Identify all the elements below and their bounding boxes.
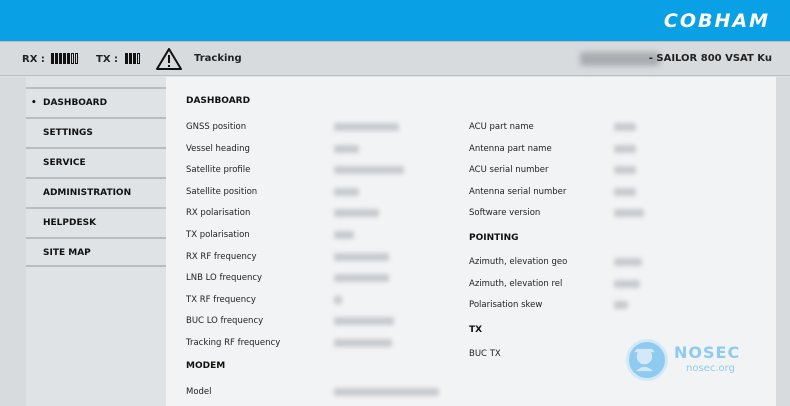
redacted-value	[614, 301, 628, 310]
nav-item-service[interactable]: SERVICE	[26, 147, 166, 177]
redacted-value	[334, 123, 399, 131]
field-label: Azimuth, elevation rel	[469, 278, 563, 289]
field-label: GNSS position	[186, 122, 247, 132]
pointing-section-title: POINTING	[469, 233, 519, 243]
tx-section-title: TX	[469, 325, 483, 335]
right-margin	[776, 77, 790, 406]
nav-item-dashboard[interactable]: • DASHBOARD	[26, 87, 166, 117]
signal-bar	[71, 53, 75, 64]
redacted-value	[334, 144, 359, 153]
field-label: BUC TX	[469, 349, 501, 359]
nav-item-label: SERVICE	[43, 158, 86, 168]
top-banner: COBHAM	[0, 0, 790, 41]
watermark-title: NOSEC	[674, 343, 741, 362]
tracking-status: Tracking	[194, 53, 242, 64]
field-label: ACU serial number	[469, 165, 549, 176]
tx-indicator: TX :	[96, 53, 141, 65]
nav-item-helpdesk[interactable]: HELPDESK	[26, 207, 166, 237]
field-label: RX polarisation	[186, 208, 251, 219]
signal-bar	[63, 53, 67, 64]
redacted-value	[334, 209, 379, 218]
warning-triangle-icon	[156, 48, 182, 70]
redacted-value	[334, 317, 394, 326]
redacted-value	[334, 252, 389, 261]
redacted-value	[614, 258, 642, 266]
redacted-value	[334, 274, 389, 283]
nav-item-label: HELPDESK	[43, 218, 97, 228]
signal-bar	[51, 53, 55, 64]
field-label: TX RF frequency	[186, 294, 256, 305]
field-label: ACU part name	[469, 122, 534, 132]
nav-item-label: DASHBOARD	[43, 98, 108, 108]
nosec-watermark: NOSEC nosec.org	[626, 337, 746, 383]
redacted-value	[334, 388, 439, 396]
field-label: LNB LO frequency	[186, 273, 263, 284]
redacted-value	[334, 295, 342, 304]
field-label: Tracking RF frequency	[186, 338, 281, 348]
field-label: Software version	[469, 208, 541, 219]
redacted-value	[334, 187, 359, 196]
redacted-value	[614, 144, 636, 153]
signal-bar	[75, 53, 79, 64]
dashboard-title: DASHBOARD	[186, 96, 251, 106]
nosec-logo-icon	[626, 339, 668, 381]
signal-bar	[136, 53, 140, 64]
redacted-value	[334, 339, 392, 347]
watermark-subtitle: nosec.org	[686, 363, 735, 374]
nav-item-administration[interactable]: ADMINISTRATION	[26, 177, 166, 207]
signal-bar	[59, 53, 63, 64]
signal-bar	[132, 53, 136, 64]
field-label: Polarisation skew	[469, 300, 543, 311]
main-nav: • DASHBOARD SETTINGS SERVICE ADMINISTRATION H…	[26, 87, 166, 267]
field-label: RX RF frequency	[186, 251, 257, 262]
cobham-logo: COBHAM	[663, 10, 770, 32]
nav-item-site-map[interactable]: SITE MAP	[26, 237, 166, 267]
nav-item-settings[interactable]: SETTINGS	[26, 117, 166, 147]
tx-signal-bars	[124, 53, 141, 65]
field-label: Azimuth, elevation geo	[469, 257, 568, 267]
redacted-value	[334, 166, 404, 175]
modem-section-title: MODEM	[186, 361, 226, 371]
nav-item-label: SITE MAP	[43, 248, 91, 258]
nav-item-label: SETTINGS	[43, 128, 93, 138]
rx-signal-bars	[51, 53, 79, 65]
active-bullet: •	[31, 98, 37, 108]
signal-bar	[124, 53, 128, 64]
redacted-value	[614, 209, 644, 218]
redacted-value	[614, 279, 640, 288]
field-label: Model	[186, 387, 212, 397]
field-label: Satellite profile	[186, 165, 251, 176]
left-margin	[0, 77, 26, 406]
signal-bar	[67, 53, 71, 64]
field-label: Vessel heading	[186, 143, 250, 154]
rx-indicator: RX :	[22, 53, 79, 65]
field-label: Antenna part name	[469, 143, 552, 154]
status-bar: RX : TX : Tracking - SAILOR 800 VSAT Ku	[0, 41, 790, 76]
field-label: TX polarisation	[186, 230, 250, 240]
signal-bar	[55, 53, 59, 64]
rx-label: RX :	[22, 53, 45, 65]
redacted-value	[614, 166, 636, 175]
tx-label: TX :	[96, 53, 119, 65]
redacted-value	[614, 123, 636, 131]
redacted-value	[334, 231, 354, 239]
nav-item-label: ADMINISTRATION	[43, 188, 132, 198]
device-name: - SAILOR 800 VSAT Ku	[648, 53, 772, 64]
redacted-value	[614, 187, 636, 196]
field-label: BUC LO frequency	[186, 316, 264, 327]
field-label: Antenna serial number	[469, 186, 567, 197]
signal-bar	[128, 53, 132, 64]
field-label: Satellite position	[186, 186, 258, 197]
